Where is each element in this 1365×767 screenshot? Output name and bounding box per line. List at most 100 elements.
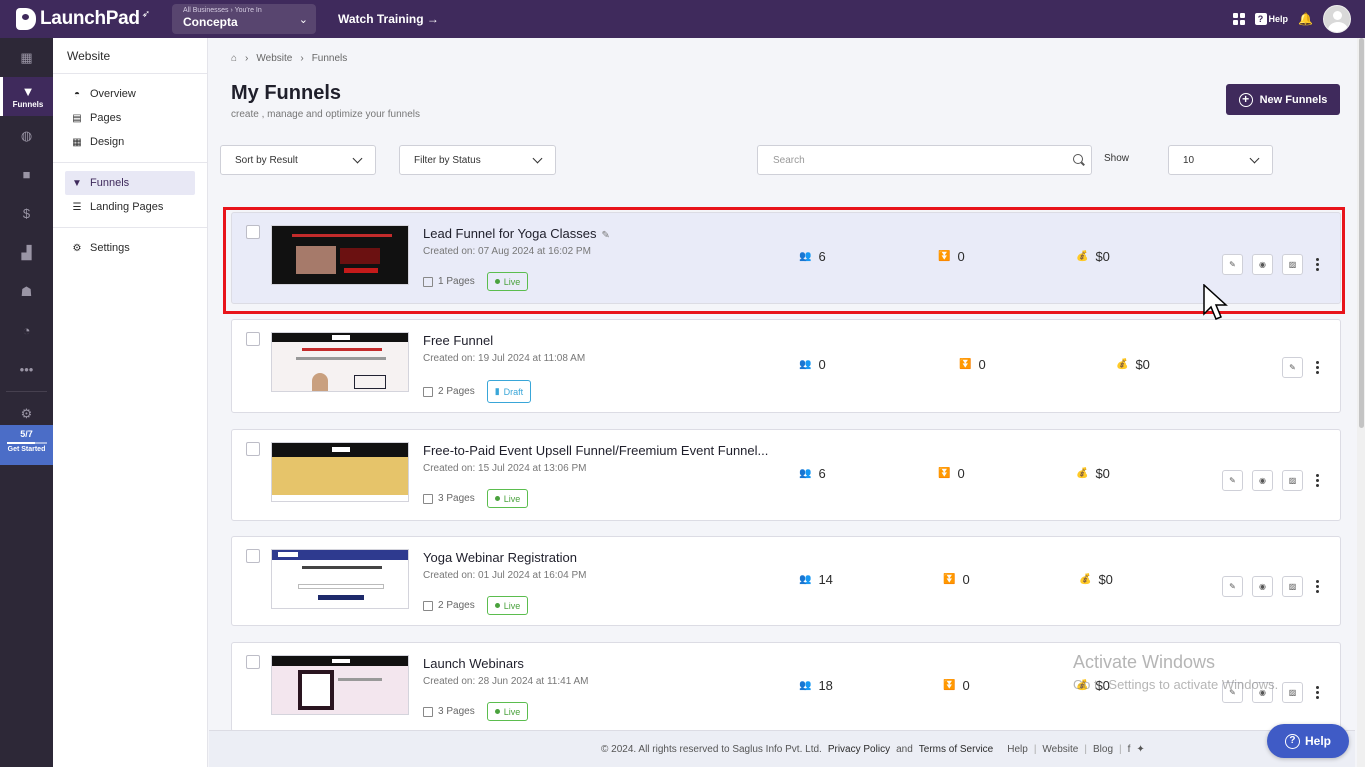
rail-contacts[interactable]: ☗ <box>0 272 53 311</box>
logo[interactable]: LaunchPad ➶ <box>16 8 170 30</box>
money-bag-icon: 💰 <box>1076 468 1089 479</box>
created-label: Created on: <box>423 570 476 581</box>
edit-button[interactable]: ✎ <box>1222 470 1243 491</box>
pencil-icon[interactable]: ✎ <box>601 230 609 241</box>
dashboard-icon: ▦ <box>20 49 33 65</box>
video-icon: ■ <box>22 167 31 182</box>
preview-button[interactable]: ◉ <box>1252 470 1273 491</box>
funnel-thumbnail[interactable] <box>271 655 409 715</box>
notification-bell-icon[interactable]: 🔔 <box>1298 12 1313 26</box>
status-text: Live <box>503 706 521 717</box>
sidebar-item-landing-pages[interactable]: ☰ Landing Pages <box>65 195 195 219</box>
more-options-icon[interactable] <box>1312 474 1322 487</box>
row-checkbox[interactable] <box>246 549 260 563</box>
funnel-thumbnail[interactable] <box>271 549 409 609</box>
row-actions: ✎ ◉ ▨ <box>1222 576 1322 597</box>
funnel-name[interactable]: Free Funnel <box>423 333 493 348</box>
rail-analytics[interactable]: ▟ <box>0 233 53 272</box>
edit-button[interactable]: ✎ <box>1222 576 1243 597</box>
avatar[interactable] <box>1323 5 1351 33</box>
preview-button[interactable]: ◉ <box>1252 254 1273 275</box>
terms-link[interactable]: Terms of Service <box>919 744 993 755</box>
funnel-name[interactable]: Lead Funnel for Yoga Classes ✎ <box>423 226 610 241</box>
visitors-stat: 👥 14 <box>799 572 833 587</box>
help-button[interactable]: ? Help <box>1254 13 1288 25</box>
rail-more[interactable]: ••• <box>0 350 53 389</box>
more-options-icon[interactable] <box>1312 580 1322 593</box>
sidebar-item-pages[interactable]: ▤ Pages <box>65 106 195 130</box>
page-count: 3 Pages <box>438 493 475 504</box>
funnel-row[interactable]: Free Funnel Created on: 19 Jul 2024 at 1… <box>231 319 1341 413</box>
funnel-name[interactable]: Free-to-Paid Event Upsell Funnel/Freemiu… <box>423 443 768 458</box>
business-switcher[interactable]: All Businesses › You're In Concepta ⌄ <box>172 4 316 34</box>
rail-video[interactable]: ■ <box>0 155 53 194</box>
breadcrumb-funnels: Funnels <box>311 53 348 64</box>
sort-dropdown[interactable]: Sort by Result <box>220 145 376 175</box>
rail-payments[interactable]: $ <box>0 194 53 233</box>
funnel-row[interactable]: Free-to-Paid Event Upsell Funnel/Freemiu… <box>231 429 1341 521</box>
funnel-thumbnail[interactable] <box>271 225 409 285</box>
apps-grid-icon[interactable] <box>1232 13 1245 25</box>
more-options-icon[interactable] <box>1312 258 1322 271</box>
analytics-button[interactable]: ▨ <box>1282 576 1303 597</box>
row-checkbox[interactable] <box>246 332 260 346</box>
rail-funnels[interactable]: ▼ Funnels <box>0 77 53 116</box>
page-scrollbar[interactable] <box>1357 38 1365 767</box>
sidebar-item-funnels[interactable]: ▼ Funnels <box>65 171 195 195</box>
edit-icon <box>423 600 433 611</box>
rail-website[interactable]: ◍ <box>0 116 53 155</box>
analytics-button[interactable]: ▨ <box>1282 254 1303 275</box>
sidebar-item-settings[interactable]: ⚙ Settings <box>65 236 195 260</box>
funnel-name-text: Lead Funnel for Yoga Classes <box>423 226 597 241</box>
twitter-icon[interactable]: ✦ <box>1136 744 1144 755</box>
page-size-dropdown[interactable]: 10 <box>1168 145 1273 175</box>
funnel-name[interactable]: Launch Webinars <box>423 656 524 671</box>
funnel-icon: ▼ <box>72 177 82 189</box>
sidebar-item-overview[interactable]: ◓ Overview <box>65 82 195 106</box>
conversion-icon: ⏬ <box>943 574 956 585</box>
conversion-icon: ⏬ <box>959 359 972 370</box>
row-checkbox[interactable] <box>246 442 260 456</box>
floating-help-button[interactable]: ? Help <box>1267 724 1349 758</box>
page-count: 1 Pages <box>438 276 475 287</box>
more-options-icon[interactable] <box>1312 361 1322 374</box>
analytics-button[interactable]: ▨ <box>1282 682 1303 703</box>
privacy-policy-link[interactable]: Privacy Policy <box>828 744 890 755</box>
status-badge: Live <box>486 702 529 721</box>
preview-button[interactable]: ◉ <box>1252 576 1273 597</box>
status-badge: Live <box>486 272 529 291</box>
visitors-value: 14 <box>818 572 833 587</box>
search-icon[interactable] <box>1073 154 1083 164</box>
question-icon: ? <box>1284 733 1300 749</box>
more-options-icon[interactable] <box>1312 686 1322 699</box>
status-filter-dropdown[interactable]: Filter by Status <box>399 145 556 175</box>
visitors-stat: 👥 6 <box>799 466 826 481</box>
funnel-thumbnail[interactable] <box>271 332 409 392</box>
funnel-row[interactable]: Yoga Webinar Registration Created on: 01… <box>231 536 1341 626</box>
new-funnels-button[interactable]: + New Funnels <box>1226 84 1340 115</box>
facebook-icon[interactable]: f <box>1128 744 1131 755</box>
footer-website-link[interactable]: Website <box>1042 744 1078 755</box>
funnel-pages: 1 Pages Live <box>423 272 529 291</box>
edit-button[interactable]: ✎ <box>1222 254 1243 275</box>
footer-blog-link[interactable]: Blog <box>1093 744 1113 755</box>
rail-dashboard[interactable]: ▦ <box>0 38 53 77</box>
funnel-thumbnail[interactable] <box>271 442 409 502</box>
footer-help-link[interactable]: Help <box>1007 744 1028 755</box>
funnel-name[interactable]: Yoga Webinar Registration <box>423 550 577 565</box>
edit-button[interactable]: ✎ <box>1282 357 1303 378</box>
search-input[interactable] <box>758 146 1058 174</box>
revenue-value: $0 <box>1098 572 1113 587</box>
watch-training-link[interactable]: Watch Training → <box>338 12 439 26</box>
funnel-row[interactable]: Lead Funnel for Yoga Classes ✎ Created on… <box>231 212 1341 304</box>
conversions-stat: ⏬ 0 <box>943 678 970 693</box>
analytics-button[interactable]: ▨ <box>1282 470 1303 491</box>
more-icon: ••• <box>19 362 34 377</box>
rail-reports[interactable]: ◔ <box>0 311 53 350</box>
row-checkbox[interactable] <box>246 225 260 239</box>
sidebar-item-design[interactable]: ▦ Design <box>65 130 195 154</box>
breadcrumb-website[interactable]: Website <box>256 53 292 64</box>
get-started-progress[interactable]: 5/7 Get Started <box>0 425 53 465</box>
row-checkbox[interactable] <box>246 655 260 669</box>
home-icon[interactable]: ⌂ <box>231 53 237 64</box>
